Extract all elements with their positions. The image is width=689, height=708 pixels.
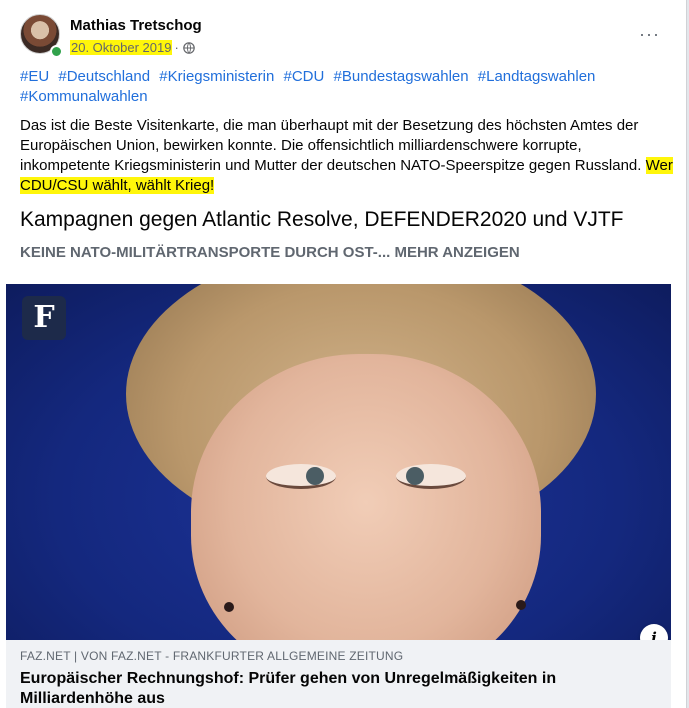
image-face [191,354,541,640]
article-title[interactable]: Europäischer Rechnungshof: Prüfer gehen … [20,669,620,708]
post-header: Mathias Tretschog 20. Oktober 2019 · ··· [20,14,670,62]
hashtag-link[interactable]: #Kriegsministerin [159,68,274,85]
globe-icon[interactable] [183,41,195,54]
post-card: Mathias Tretschog 20. Oktober 2019 · ···… [0,0,687,708]
author-name[interactable]: Mathias Tretschog [70,17,202,34]
link-preview-footer[interactable]: FAZ.NET | VON FAZ.NET - FRANKFURTER ALLG… [6,640,671,708]
image-eye-left [266,464,336,489]
link-subtitle-text: KEINE NATO-MILITÄRTRANSPORTE DURCH OST-.… [20,244,391,261]
post-meta: 20. Oktober 2019 · [70,40,195,55]
post-date[interactable]: 20. Oktober 2019 [70,40,173,55]
hashtag-link[interactable]: #EU [20,68,49,85]
online-status-icon [50,45,63,58]
hashtag-link[interactable]: #Bundestagswahlen [334,68,469,85]
image-earring-right [516,600,526,610]
link-source: FAZ.NET | VON FAZ.NET - FRANKFURTER ALLG… [20,649,404,663]
link-subtitle: KEINE NATO-MILITÄRTRANSPORTE DURCH OST-.… [20,244,670,261]
more-options-icon[interactable]: ··· [639,24,660,45]
link-title[interactable]: Kampagnen gegen Atlantic Resolve, DEFEND… [20,208,670,232]
post-text-main: Das ist die Beste Visitenkarte, die man … [20,117,642,174]
image-earring-left [224,602,234,612]
hashtag-link[interactable]: #Kommunalwahlen [20,88,148,105]
show-more-link[interactable]: MEHR ANZEIGEN [394,244,519,261]
hashtag-link[interactable]: #CDU [283,68,324,85]
link-preview-image[interactable]: F [6,284,671,640]
hashtags: #EU #Deutschland #Kriegsministerin #CDU … [20,67,660,107]
image-eye-right [396,464,466,489]
hashtag-link[interactable]: #Deutschland [58,68,150,85]
hashtag-link[interactable]: #Landtagswahlen [478,68,596,85]
post-text: Das ist die Beste Visitenkarte, die man … [20,116,675,196]
faz-logo: F [22,296,66,340]
meta-separator: · [174,40,179,55]
